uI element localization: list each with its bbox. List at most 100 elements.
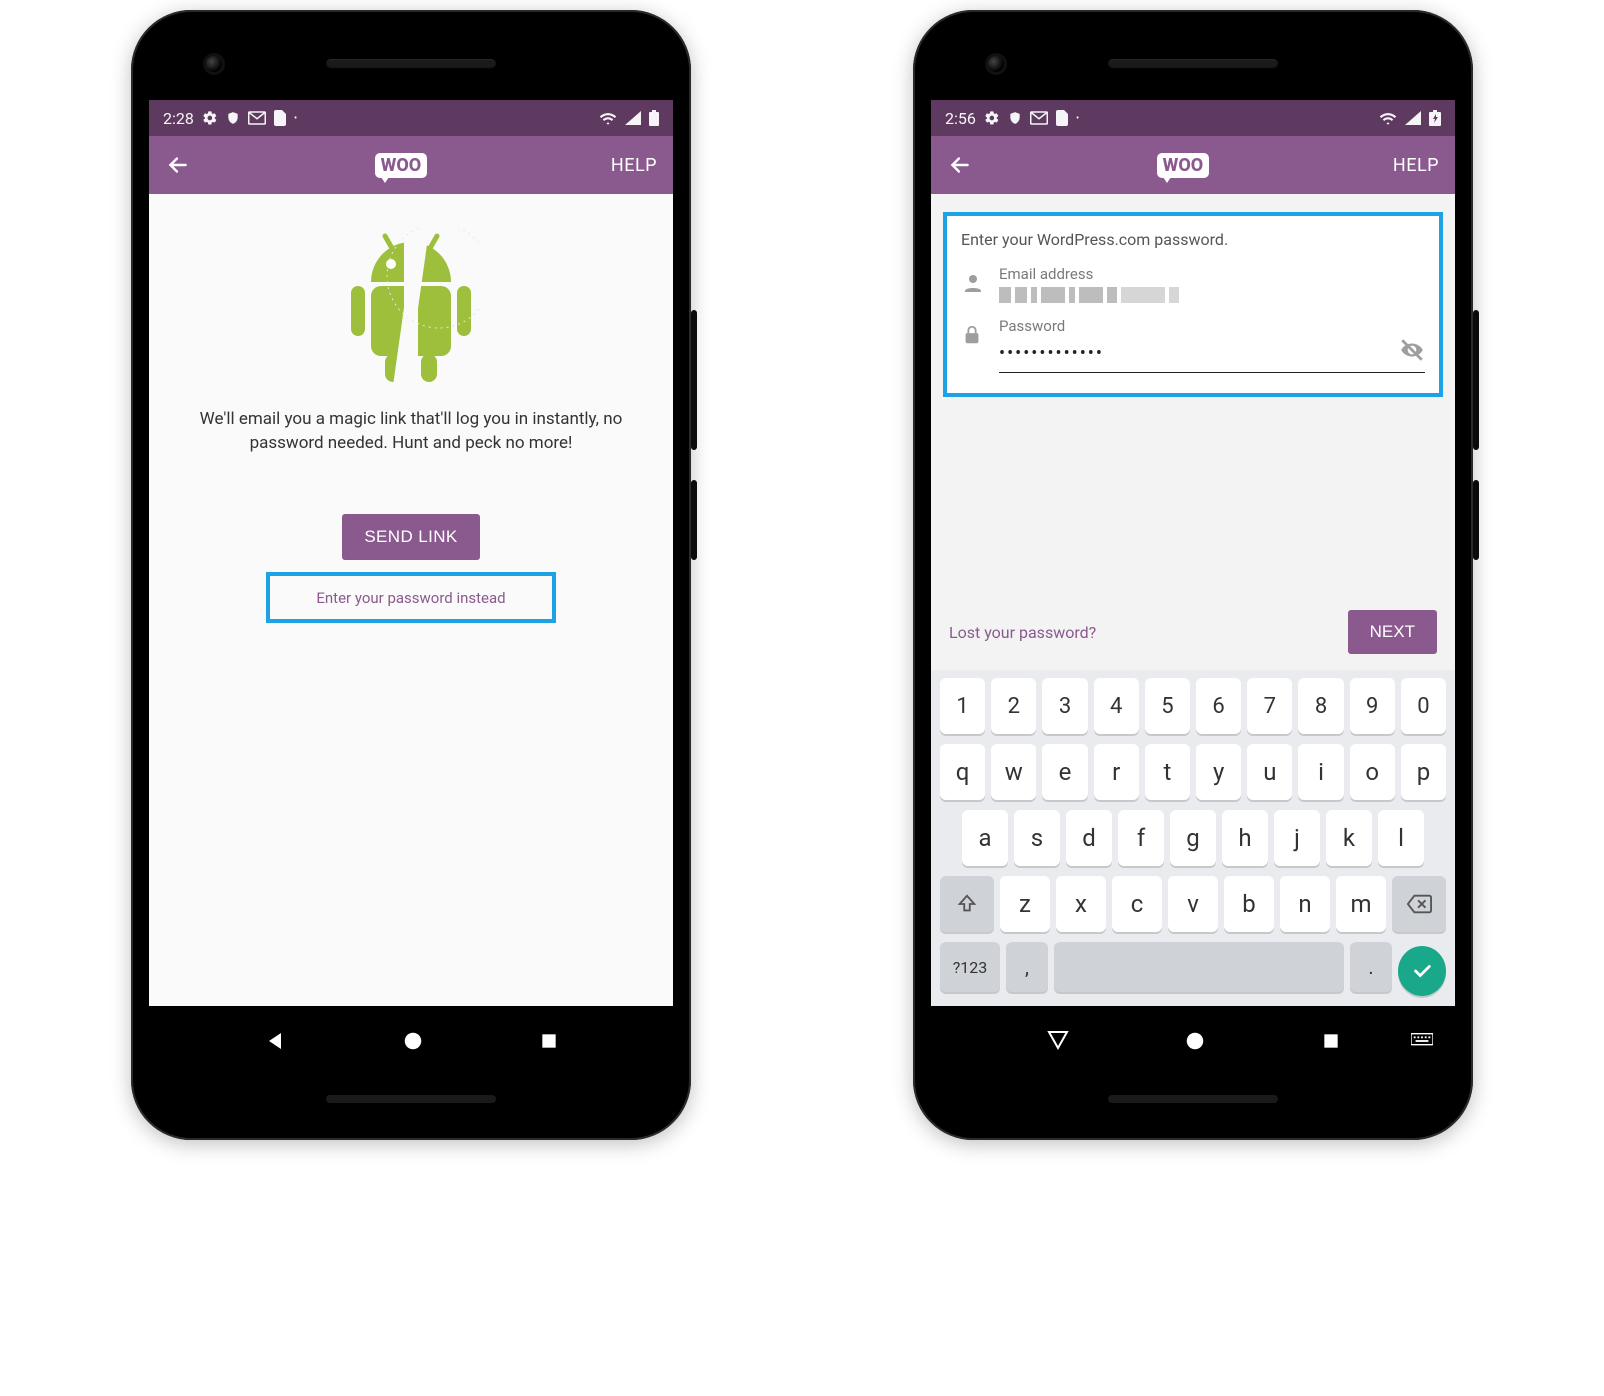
signal-icon <box>1405 111 1421 125</box>
key-l[interactable]: l <box>1378 810 1424 866</box>
person-icon <box>961 271 985 295</box>
status-bar: 2:28 • <box>149 100 673 136</box>
woo-logo: WOO <box>985 153 1381 178</box>
key-w[interactable]: w <box>991 744 1036 800</box>
highlight-box: Enter your password instead <box>266 572 556 623</box>
lock-icon <box>961 323 985 347</box>
password-form-highlight: Enter your WordPress.com password. Email… <box>943 212 1443 397</box>
sim-icon <box>274 110 286 126</box>
key-a[interactable]: a <box>962 810 1008 866</box>
help-button[interactable]: HELP <box>611 155 657 176</box>
lost-password-link[interactable]: Lost your password? <box>949 623 1096 642</box>
battery-charging-icon <box>1429 110 1441 126</box>
wifi-icon <box>599 111 617 125</box>
back-button[interactable] <box>947 152 973 178</box>
form-footer: Lost your password? NEXT <box>931 594 1455 670</box>
key-1[interactable]: 1 <box>940 678 985 734</box>
space-key[interactable] <box>1054 942 1344 992</box>
key-q[interactable]: q <box>940 744 985 800</box>
key-8[interactable]: 8 <box>1298 678 1343 734</box>
key-3[interactable]: 3 <box>1042 678 1087 734</box>
nav-recent-button[interactable] <box>539 1031 559 1051</box>
next-button[interactable]: NEXT <box>1348 610 1437 654</box>
status-bar: 2:56 • <box>931 100 1455 136</box>
period-key[interactable]: . <box>1350 942 1392 992</box>
signal-icon <box>625 111 641 125</box>
front-camera <box>985 53 1007 75</box>
soft-keyboard: 1234567890 qwertyuiop asdfghjkl zxcvbnm … <box>931 670 1455 1006</box>
key-b[interactable]: b <box>1224 876 1274 932</box>
key-i[interactable]: i <box>1298 744 1343 800</box>
phone-top-hardware <box>149 28 673 100</box>
key-z[interactable]: z <box>1000 876 1050 932</box>
comma-key[interactable]: , <box>1006 942 1048 992</box>
enter-key[interactable] <box>1398 946 1446 996</box>
mail-icon <box>248 111 266 125</box>
key-e[interactable]: e <box>1042 744 1087 800</box>
key-r[interactable]: r <box>1094 744 1139 800</box>
front-camera <box>203 53 225 75</box>
key-7[interactable]: 7 <box>1247 678 1292 734</box>
email-value-redacted <box>999 287 1425 303</box>
key-f[interactable]: f <box>1118 810 1164 866</box>
password-input[interactable]: ••••••••••••• <box>999 339 1425 370</box>
nav-back-button[interactable] <box>264 1029 288 1053</box>
phone-right: 2:56 • <box>913 10 1473 1140</box>
phone-bottom-hardware <box>931 1076 1455 1122</box>
key-9[interactable]: 9 <box>1350 678 1395 734</box>
nav-keyboard-button[interactable] <box>1411 1033 1433 1049</box>
key-s[interactable]: s <box>1014 810 1060 866</box>
key-o[interactable]: o <box>1350 744 1395 800</box>
wifi-icon <box>1379 111 1397 125</box>
dot-icon: • <box>294 113 297 124</box>
phone-top-hardware <box>931 28 1455 100</box>
key-m[interactable]: m <box>1336 876 1386 932</box>
key-v[interactable]: v <box>1168 876 1218 932</box>
gear-icon <box>984 110 1000 126</box>
earpiece-speaker <box>1108 59 1278 69</box>
visibility-off-icon[interactable] <box>1399 337 1425 363</box>
woo-logo: WOO <box>203 153 599 178</box>
key-p[interactable]: p <box>1401 744 1446 800</box>
symbols-key[interactable]: ?123 <box>940 942 1000 992</box>
key-k[interactable]: k <box>1326 810 1372 866</box>
key-j[interactable]: j <box>1274 810 1320 866</box>
nav-home-button[interactable] <box>1184 1030 1206 1052</box>
nav-recent-button[interactable] <box>1321 1031 1341 1051</box>
key-0[interactable]: 0 <box>1401 678 1446 734</box>
key-n[interactable]: n <box>1280 876 1330 932</box>
dot-icon: • <box>1076 113 1079 124</box>
magic-link-description: We'll email you a magic link that'll log… <box>149 408 673 456</box>
gear-icon <box>202 110 218 126</box>
nav-back-button[interactable] <box>1046 1029 1070 1053</box>
app-bar: WOO HELP <box>149 136 673 194</box>
battery-icon <box>649 110 659 126</box>
key-t[interactable]: t <box>1145 744 1190 800</box>
backspace-key[interactable] <box>1392 876 1446 932</box>
bugdroid-illustration <box>149 228 673 388</box>
email-label: Email address <box>999 265 1425 283</box>
key-4[interactable]: 4 <box>1094 678 1139 734</box>
key-6[interactable]: 6 <box>1196 678 1241 734</box>
nav-home-button[interactable] <box>402 1030 424 1052</box>
sim-icon <box>1056 110 1068 126</box>
shift-key[interactable] <box>940 876 994 932</box>
send-link-button[interactable]: SEND LINK <box>342 514 479 560</box>
key-g[interactable]: g <box>1170 810 1216 866</box>
key-x[interactable]: x <box>1056 876 1106 932</box>
phone-left: 2:28 • <box>131 10 691 1140</box>
shield-icon <box>1008 110 1022 126</box>
key-d[interactable]: d <box>1066 810 1112 866</box>
back-button[interactable] <box>165 152 191 178</box>
key-u[interactable]: u <box>1247 744 1292 800</box>
key-c[interactable]: c <box>1112 876 1162 932</box>
key-2[interactable]: 2 <box>991 678 1036 734</box>
key-h[interactable]: h <box>1222 810 1268 866</box>
android-nav-bar <box>149 1006 673 1076</box>
key-5[interactable]: 5 <box>1145 678 1190 734</box>
earpiece-speaker <box>326 59 496 69</box>
help-button[interactable]: HELP <box>1393 155 1439 176</box>
mail-icon <box>1030 111 1048 125</box>
enter-password-instead-link[interactable]: Enter your password instead <box>316 589 505 607</box>
key-y[interactable]: y <box>1196 744 1241 800</box>
